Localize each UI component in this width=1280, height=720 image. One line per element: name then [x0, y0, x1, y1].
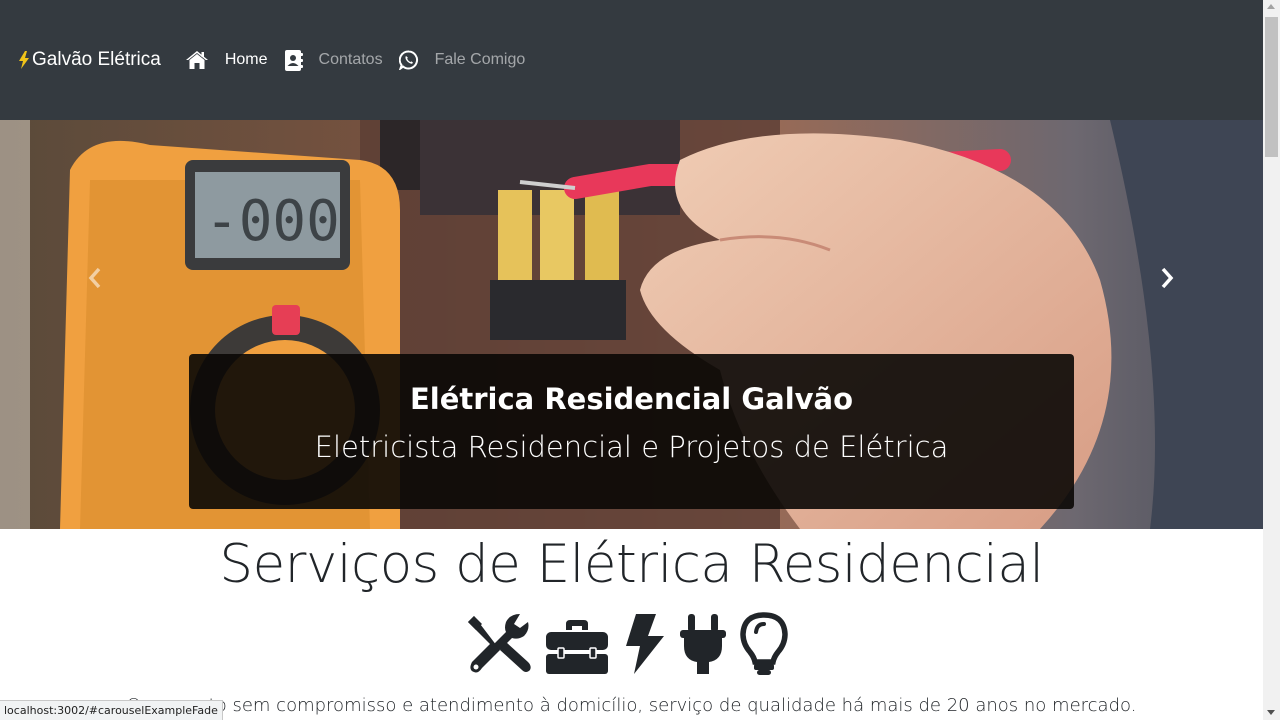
brand-name: Galvão Elétrica: [32, 49, 161, 70]
caption-title: Elétrica Residencial Galvão: [409, 382, 854, 416]
address-book-icon: [284, 49, 303, 71]
scroll-down-arrow-icon[interactable]: [1267, 710, 1275, 715]
brand-link[interactable]: Galvão Elétrica: [18, 49, 161, 71]
caption-subtitle: Eletricista Residencial e Projetos de El…: [314, 430, 949, 464]
nav-fale-comigo-label: Fale Comigo: [434, 51, 526, 68]
toolbox-icon: [544, 618, 610, 676]
lightbulb-icon: [740, 612, 788, 676]
bolt-icon: [19, 51, 29, 69]
nav-home-label: Home: [224, 51, 268, 68]
whatsapp-icon: [398, 50, 419, 70]
link-status-bar: localhost:3002/#carouselExampleFade: [0, 700, 223, 720]
chevron-right-icon: [1161, 267, 1174, 289]
plug-icon: [678, 612, 728, 676]
nav-fale-comigo[interactable]: Fale Comigo: [398, 50, 526, 70]
carousel-next-button[interactable]: [1147, 258, 1187, 298]
carousel-caption: Elétrica Residencial Galvão Eletricista …: [189, 354, 1074, 509]
nav-contatos-label: Contatos: [318, 51, 383, 68]
tools-icon: [464, 612, 532, 676]
section-title: Serviços de Elétrica Residencial: [219, 534, 1044, 595]
navbar: Galvão Elétrica Home Contatos Fale Comig…: [0, 0, 1263, 120]
nav-home[interactable]: Home: [185, 50, 268, 70]
hero-carousel: -000 Elétrica Residencial Galvão Eletric…: [0, 120, 1263, 529]
nav-contatos[interactable]: Contatos: [284, 49, 383, 71]
carousel-prev-button[interactable]: [75, 258, 115, 298]
svg-text:-000: -000: [205, 189, 340, 254]
service-icons: [464, 612, 788, 676]
scroll-up-arrow-icon[interactable]: [1267, 4, 1275, 9]
home-icon: [185, 50, 209, 70]
bolt-icon: [622, 612, 666, 676]
chevron-left-icon: [88, 267, 101, 289]
page-scrollbar[interactable]: [1263, 0, 1280, 720]
scroll-thumb[interactable]: [1265, 17, 1278, 157]
